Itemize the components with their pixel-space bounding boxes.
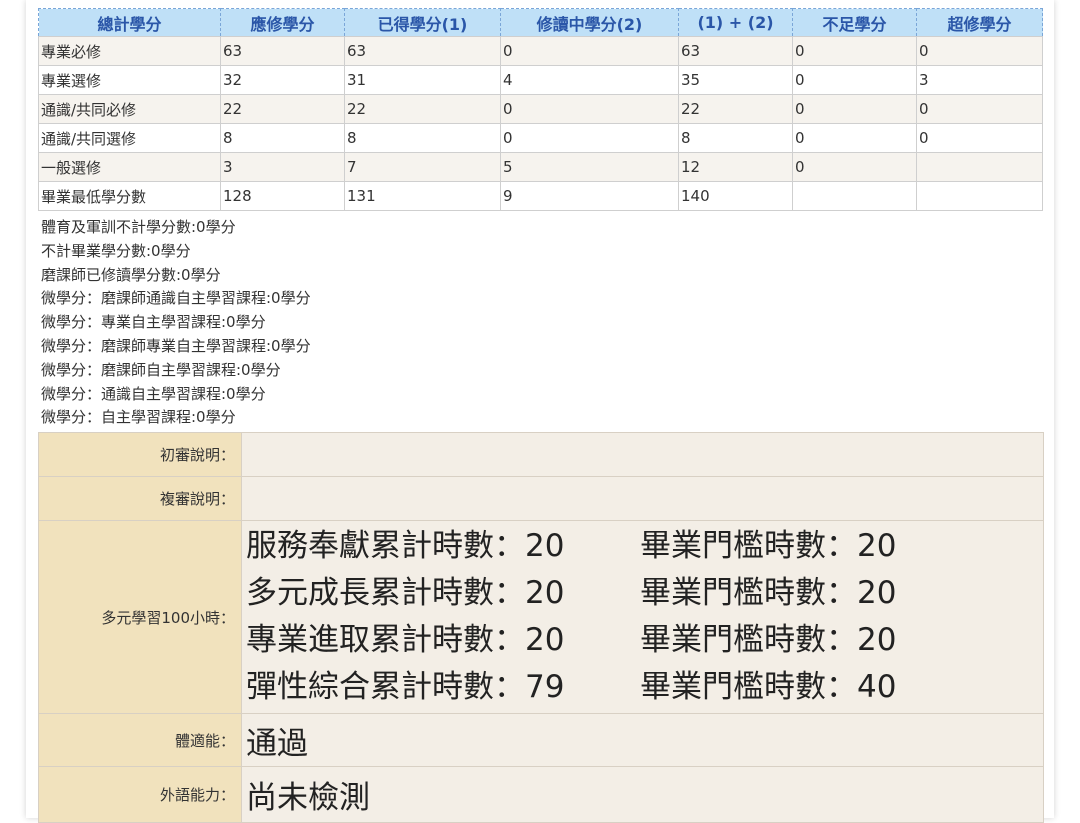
table-cell: 128	[220, 181, 345, 211]
note-line: 磨課師已修讀學分數:0學分	[41, 265, 221, 284]
language-label: 外語能力：	[38, 766, 242, 823]
language-row: 外語能力： 尚未檢測	[38, 766, 1044, 823]
learning-hours-label: 多元學習100小時：	[38, 520, 242, 714]
fitness-value: 通過	[241, 713, 1044, 767]
table-header-row: 總計學分 應修學分 已得學分(1) 修讀中學分(2) (1) + (2) 不足學…	[38, 8, 1043, 37]
note-line: 微學分：專業自主學習課程:0學分	[41, 313, 266, 332]
learning-hours-value: 服務奉獻累計時數：20 畢業門檻時數：20 多元成長累計時數：20 畢業門檻時數…	[241, 520, 1044, 714]
column-header: 修讀中學分(2)	[500, 8, 679, 37]
threshold-hours-professional: 畢業門檻時數：20	[640, 622, 897, 658]
table-cell: 63	[220, 36, 345, 66]
table-cell: 5	[500, 152, 679, 182]
column-header: 總計學分	[38, 8, 221, 37]
table-cell: 9	[500, 181, 679, 211]
table-cell: 0	[500, 36, 679, 66]
review-info-table: 初審說明： 複審說明： 多元學習100小時： 服務奉獻累計時數：20 畢業門檻時…	[38, 432, 1044, 823]
column-header: (1) + (2)	[678, 8, 793, 37]
accumulated-hours-flexible: 彈性綜合累計時數：79	[246, 669, 565, 705]
initial-review-label: 初審說明：	[38, 432, 242, 477]
table-cell: 0	[792, 36, 917, 66]
accumulated-hours-service: 服務奉獻累計時數：20	[246, 528, 565, 564]
note-line: 體育及軍訓不計學分數:0學分	[41, 218, 236, 236]
table-cell: 0	[792, 123, 917, 153]
table-cell: 140	[678, 181, 793, 211]
table-cell: 131	[344, 181, 501, 211]
table-cell: 35	[678, 65, 793, 95]
threshold-hours-growth: 畢業門檻時數：20	[640, 575, 897, 611]
threshold-hours-service: 畢業門檻時數：20	[640, 528, 897, 564]
table-row: 畢業最低學分數 128 131 9 140	[38, 181, 1043, 211]
second-review-value	[241, 476, 1044, 521]
table-cell: 63	[344, 36, 501, 66]
note-line: 微學分：磨課師自主學習課程:0學分	[41, 360, 281, 379]
table-cell: 3	[220, 152, 345, 182]
table-cell: 3	[916, 65, 1043, 95]
table-cell: 12	[678, 152, 793, 182]
table-row: 專業選修 32 31 4 35 0 3	[38, 65, 1043, 95]
table-cell: 8	[344, 123, 501, 153]
table-cell: 一般選修	[38, 152, 221, 182]
accumulated-hours-growth: 多元成長累計時數：20	[246, 575, 565, 611]
table-cell: 7	[344, 152, 501, 182]
initial-review-value	[241, 432, 1044, 477]
table-cell: 專業必修	[38, 36, 221, 66]
column-header: 超修學分	[916, 8, 1043, 37]
table-cell: 0	[792, 94, 917, 124]
credit-notes: 體育及軍訓不計學分數:0學分 不計畢業學分數:0學分 磨課師已修讀學分數:0學分…	[41, 216, 311, 430]
table-cell: 專業選修	[38, 65, 221, 95]
column-header: 應修學分	[220, 8, 345, 37]
column-header: 已得學分(1)	[344, 8, 501, 37]
second-review-label: 複審說明：	[38, 476, 242, 521]
fitness-label: 體適能：	[38, 713, 242, 767]
table-cell: 22	[344, 94, 501, 124]
table-cell: 0	[500, 123, 679, 153]
language-value: 尚未檢測	[241, 766, 1044, 823]
fitness-row: 體適能： 通過	[38, 713, 1044, 767]
accumulated-hours-professional: 專業進取累計時數：20	[246, 622, 565, 658]
table-cell: 0	[916, 123, 1043, 153]
initial-review-row: 初審說明：	[38, 432, 1044, 477]
second-review-row: 複審說明：	[38, 476, 1044, 521]
note-line: 不計畢業學分數:0學分	[41, 241, 191, 260]
table-row: 通識/共同必修 22 22 0 22 0 0	[38, 94, 1043, 124]
table-cell	[916, 181, 1043, 211]
threshold-hours-flexible: 畢業門檻時數：40	[640, 669, 897, 705]
table-cell: 4	[500, 65, 679, 95]
note-line: 微學分：磨課師通識自主學習課程:0學分	[41, 289, 311, 308]
table-cell: 0	[500, 94, 679, 124]
note-line: 微學分：磨課師專業自主學習課程:0學分	[41, 336, 311, 355]
credit-summary-table: 總計學分 應修學分 已得學分(1) 修讀中學分(2) (1) + (2) 不足學…	[38, 8, 1043, 211]
table-cell: 31	[344, 65, 501, 95]
column-header: 不足學分	[792, 8, 917, 37]
note-line: 微學分：通識自主學習課程:0學分	[41, 384, 266, 403]
learning-hours-grid: 服務奉獻累計時數：20 畢業門檻時數：20 多元成長累計時數：20 畢業門檻時數…	[246, 523, 1043, 711]
table-cell: 0	[916, 36, 1043, 66]
table-cell: 通識/共同必修	[38, 94, 221, 124]
table-cell: 0	[792, 65, 917, 95]
table-cell: 22	[220, 94, 345, 124]
table-cell: 8	[678, 123, 793, 153]
table-row: 一般選修 3 7 5 12 0	[38, 152, 1043, 182]
table-row: 專業必修 63 63 0 63 0 0	[38, 36, 1043, 66]
table-cell: 22	[678, 94, 793, 124]
table-cell	[792, 181, 917, 211]
page-container: 總計學分 應修學分 已得學分(1) 修讀中學分(2) (1) + (2) 不足學…	[26, 0, 1054, 823]
table-cell	[916, 152, 1043, 182]
table-cell: 畢業最低學分數	[38, 181, 221, 211]
table-cell: 63	[678, 36, 793, 66]
table-cell: 0	[916, 94, 1043, 124]
note-line: 微學分：自主學習課程:0學分	[41, 408, 236, 427]
table-cell: 0	[792, 152, 917, 182]
table-cell: 32	[220, 65, 345, 95]
learning-hours-row: 多元學習100小時： 服務奉獻累計時數：20 畢業門檻時數：20 多元成長累計時…	[38, 520, 1044, 714]
table-cell: 8	[220, 123, 345, 153]
table-row: 通識/共同選修 8 8 0 8 0 0	[38, 123, 1043, 153]
table-cell: 通識/共同選修	[38, 123, 221, 153]
